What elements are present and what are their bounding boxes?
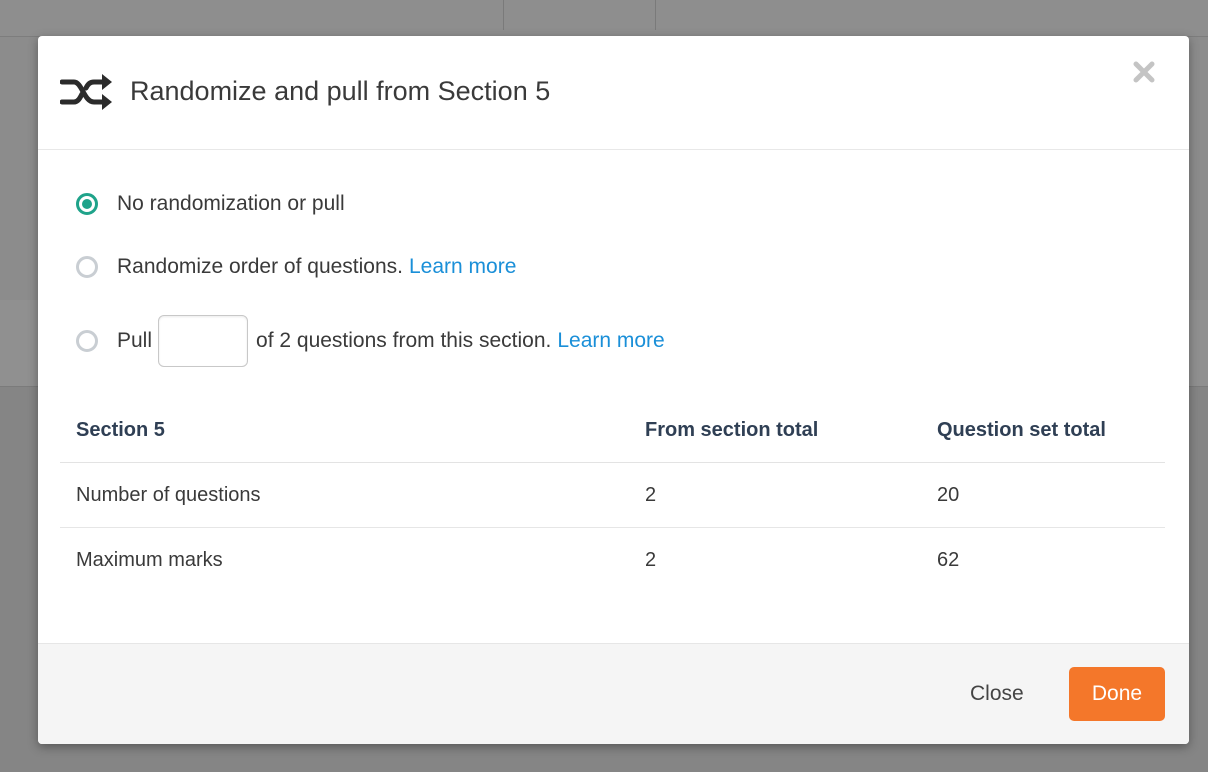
table-cell: 2 (629, 462, 921, 528)
table-row: Number of questions 2 20 (60, 462, 1165, 528)
column-header: From section total (629, 398, 921, 463)
option-label: of 2 questions from this section. (256, 329, 552, 352)
dialog-title: Randomize and pull from Section 5 (130, 76, 551, 106)
option-no-randomization[interactable]: No randomization or pull (76, 187, 345, 221)
option-label: Randomize order of questions. (117, 255, 403, 278)
background-toolbar (0, 0, 1208, 37)
table-cell: 62 (937, 548, 960, 571)
dialog-footer: Close Done (38, 643, 1189, 744)
background-divider (655, 0, 656, 30)
table-header-row: Section 5 From section total Question se… (60, 398, 1165, 463)
column-header: Question set total (921, 398, 1165, 463)
randomize-dialog: Randomize and pull from Section 5 No ran… (38, 36, 1189, 744)
table-cell: Maximum marks (76, 548, 223, 571)
table-cell: 20 (921, 462, 1165, 528)
radio-pull-questions[interactable] (76, 330, 98, 352)
option-label: No randomization or pull (117, 192, 345, 215)
learn-more-link[interactable]: Learn more (557, 329, 664, 353)
radio-randomize-order[interactable] (76, 256, 98, 278)
table-row: Maximum marks 2 62 (60, 528, 1165, 593)
background-divider (503, 0, 504, 30)
learn-more-link[interactable]: Learn more (409, 255, 516, 279)
option-randomize-order[interactable]: Randomize order of questions. Learn more (76, 250, 516, 284)
pull-count-input[interactable] (158, 315, 249, 367)
option-label: Pull (117, 329, 153, 352)
done-button[interactable]: Done (1069, 667, 1165, 721)
shuffle-icon (60, 74, 112, 110)
column-header: Section 5 (60, 398, 629, 463)
table-cell: 2 (645, 548, 657, 571)
table-cell: Number of questions (60, 462, 629, 528)
close-icon[interactable] (1130, 58, 1158, 86)
option-pull-questions[interactable]: Pull of 2 questions from this section. L… (76, 315, 665, 367)
dialog-header: Randomize and pull from Section 5 (38, 36, 1189, 150)
radio-no-randomization[interactable] (76, 193, 98, 215)
section-summary-table: Section 5 From section total Question se… (60, 398, 1165, 592)
close-button[interactable]: Close (958, 672, 1036, 716)
